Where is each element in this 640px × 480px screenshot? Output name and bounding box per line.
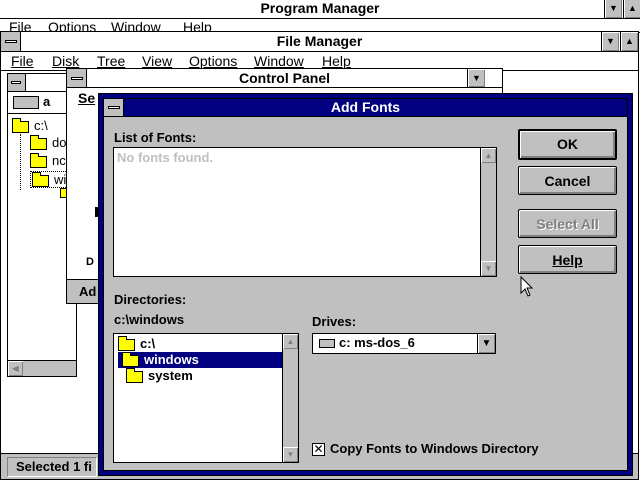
control-panel-menu-fragment[interactable]: Se [78,90,95,106]
control-panel-system-menu[interactable] [67,69,87,87]
drive-selected-value: c: ms-dos_6 [339,335,415,350]
status-text: Selected 1 fi [7,457,97,477]
ok-button[interactable]: OK [518,129,617,160]
copy-fonts-checkbox[interactable]: ✕ [312,443,325,456]
fm-menu-options[interactable]: Options [189,53,237,69]
file-manager-title: File Manager [1,32,638,52]
dir-item-system[interactable]: system [126,367,193,384]
copy-fonts-label[interactable]: Copy Fonts to Windows Directory [330,441,539,456]
tree-item-1[interactable]: do [30,134,66,150]
folder-icon [30,134,47,150]
help-button[interactable]: Help [518,245,617,274]
file-manager-maximize-button[interactable]: ▲ [620,32,638,51]
add-fonts-title: Add Fonts [104,99,627,117]
directories-label: Directories: [114,292,187,307]
tree-item-3[interactable]: wi [30,171,69,188]
drives-label: Drives: [312,314,357,329]
scroll-down-icon[interactable]: ▼ [481,261,496,276]
dir-item-windows[interactable]: windows [118,351,282,368]
drives-dropdown[interactable]: c: ms-dos_6 ▼ [312,333,496,354]
program-manager-minimize-button[interactable]: ▼ [604,0,622,18]
control-panel-title: Control Panel [67,69,502,88]
fm-menu-help[interactable]: Help [322,53,351,69]
program-manager-title: Program Manager [0,0,640,19]
directories-listbox[interactable]: c:\ windows system ▲ ▼ [113,333,299,463]
drive-icon[interactable] [13,96,39,109]
folder-open-icon [122,351,139,367]
mouse-pointer-icon [520,276,534,297]
fonts-scrollbar[interactable]: ▲ ▼ [480,148,496,276]
add-fonts-client: Add Fonts List of Fonts: No fonts found.… [103,98,628,471]
control-panel-label-fragment: D [86,256,94,268]
tree-line [20,134,21,190]
list-of-fonts-label: List of Fonts: [114,130,197,145]
tree-root[interactable]: c:\ [12,117,48,133]
program-manager-maximize-button[interactable]: ▲ [623,0,640,18]
scroll-left-icon[interactable]: ◀ [8,361,23,376]
folder-icon [126,367,143,383]
dropdown-arrow-icon[interactable]: ▼ [477,334,495,353]
current-path: c:\windows [114,312,185,327]
scroll-up-icon[interactable]: ▲ [481,148,496,163]
drive-icon [319,339,335,348]
drive-window-system-menu[interactable] [8,74,26,91]
folder-icon [30,152,47,168]
control-panel-status-fragment: Ad [79,284,97,299]
folder-open-icon [12,117,29,133]
file-manager-minimize-button[interactable]: ▼ [601,32,619,51]
drive-label[interactable]: a [43,94,50,109]
dir-item-root[interactable]: c:\ [118,335,155,352]
drive-window-hscroll[interactable]: ◀ [8,360,76,376]
add-fonts-dialog: Add Fonts List of Fonts: No fonts found.… [98,93,633,476]
directories-scrollbar[interactable]: ▲ ▼ [282,334,298,462]
fm-menu-file[interactable]: File [11,53,34,69]
fm-menu-view[interactable]: View [142,53,172,69]
cancel-button[interactable]: Cancel [518,166,617,195]
scroll-up-icon[interactable]: ▲ [283,334,298,349]
add-fonts-system-menu[interactable] [104,99,124,116]
tree-item-2[interactable]: nc [30,152,66,168]
select-all-button[interactable]: Select All [518,209,617,238]
fm-menu-window[interactable]: Window [254,53,304,69]
scroll-down-icon[interactable]: ▼ [283,447,298,462]
fm-menu-tree[interactable]: Tree [97,53,125,69]
fonts-empty-text: No fonts found. [117,150,214,165]
control-panel-minimize-button[interactable]: ▼ [467,69,485,87]
fm-menu-disk[interactable]: Disk [52,53,79,69]
folder-open-icon [118,335,135,351]
fonts-listbox[interactable]: No fonts found. ▲ ▼ [113,147,497,277]
file-manager-system-menu[interactable] [1,32,21,51]
folder-open-icon [32,171,49,187]
